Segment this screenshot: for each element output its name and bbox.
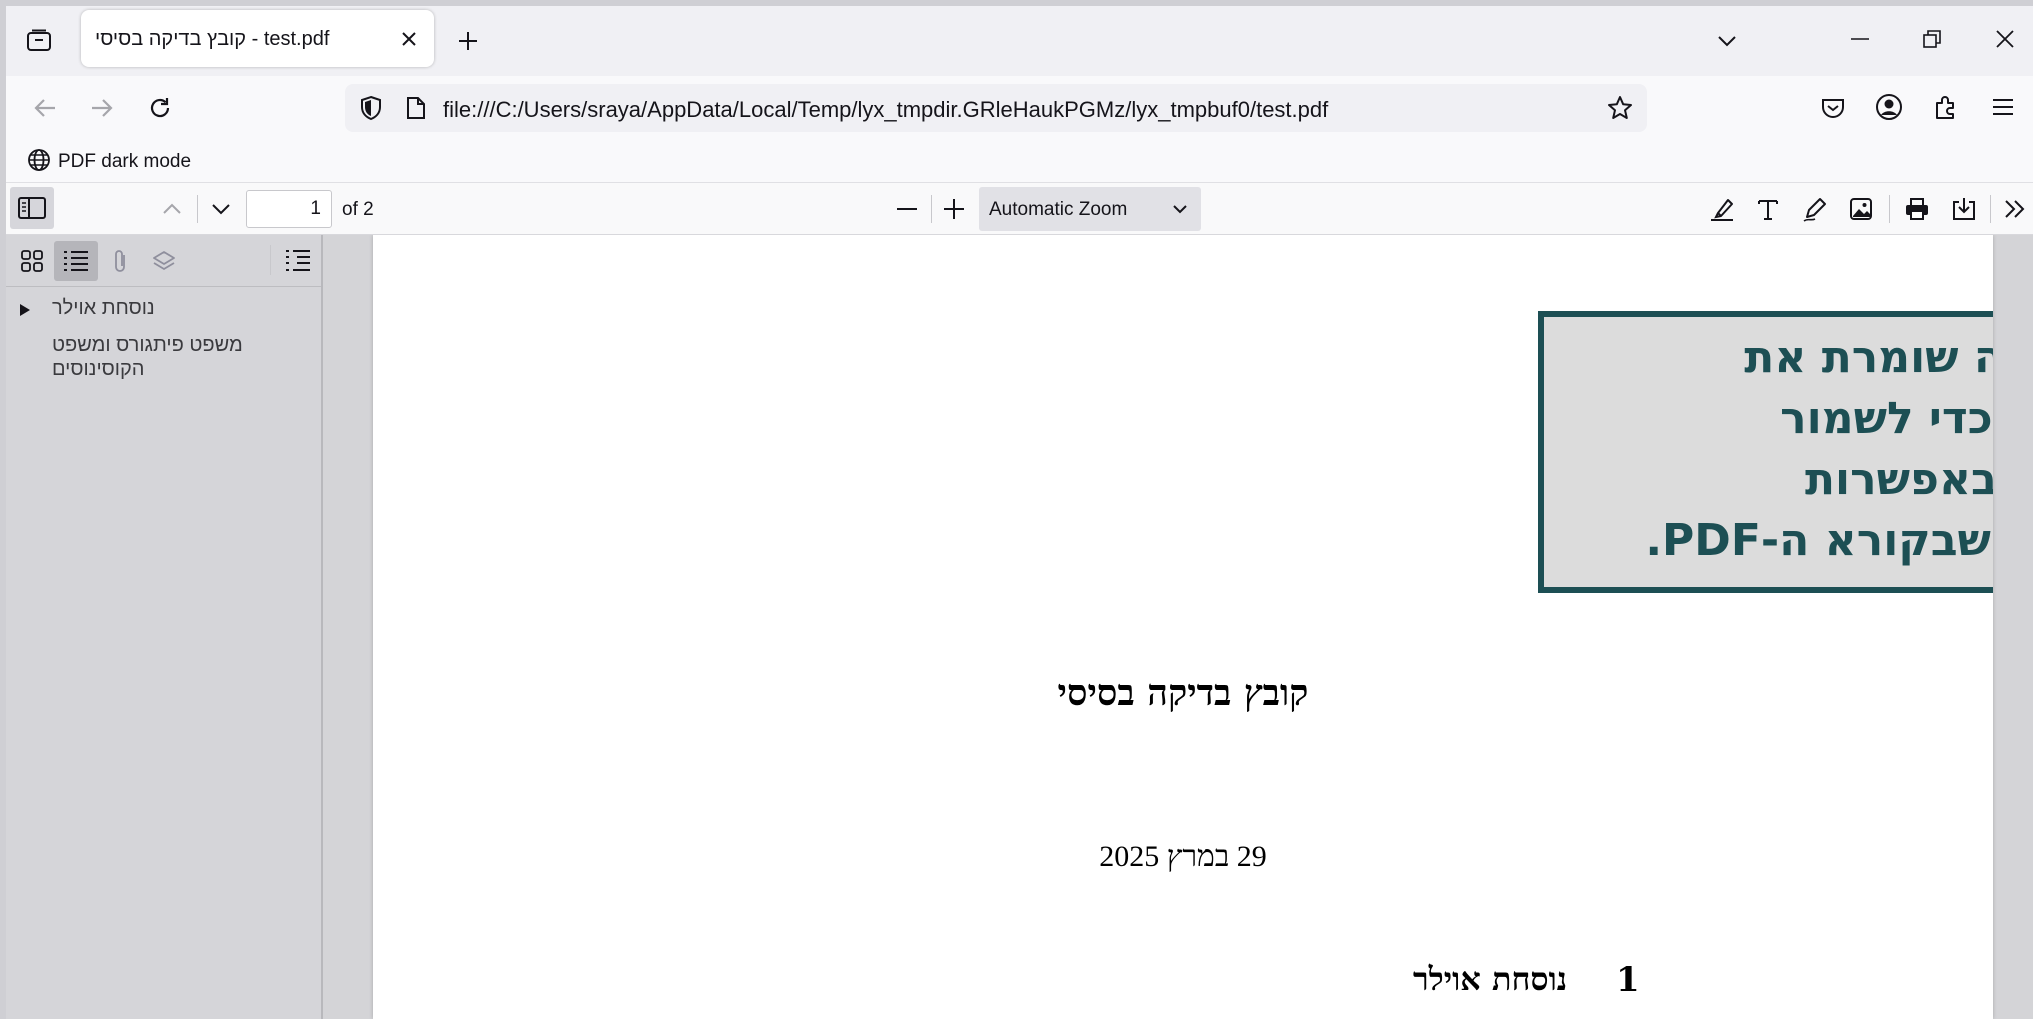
forward-icon[interactable]: [84, 90, 120, 126]
bookmark-label: PDF dark mode: [58, 151, 192, 172]
previous-page-icon[interactable]: [155, 192, 189, 226]
zoom-out-icon[interactable]: [890, 192, 924, 226]
close-tab-icon[interactable]: [396, 26, 422, 52]
page-count: of 2: [342, 199, 374, 220]
expand-triangle-icon[interactable]: [18, 303, 32, 317]
tab-overview-icon[interactable]: [20, 24, 58, 58]
section-title: נוסחת אוילר: [1413, 960, 1568, 998]
toolbar-separator: [1990, 195, 1991, 223]
add-image-icon[interactable]: [1844, 192, 1878, 226]
zoom-select[interactable]: Automatic Zoom: [979, 187, 1201, 231]
text-annotation-icon[interactable]: [1751, 192, 1785, 226]
list-all-tabs-icon[interactable]: [1710, 24, 1744, 58]
extensions-icon[interactable]: [1928, 89, 1964, 125]
draw-icon[interactable]: [1798, 192, 1832, 226]
account-icon[interactable]: [1871, 89, 1907, 125]
pdf-sidebar: נוסחת אוילר משפט פיתגורס ומשפט הקוסינוסי…: [6, 235, 323, 1019]
thumbnails-icon[interactable]: [10, 241, 54, 281]
notice-line: LyX אינה שומרת את: [1744, 332, 1993, 383]
toolbar-separator: [931, 195, 932, 223]
outline-item[interactable]: משפט פיתגורס ומשפט הקוסינוסים: [6, 333, 321, 383]
menu-icon[interactable]: [1985, 89, 2021, 125]
tab-active[interactable]: קובץ בדיקה בסיסי - test.pdf: [81, 10, 434, 67]
sidebar-toggle-icon[interactable]: [10, 187, 54, 229]
notice-line: השתמש באפשרות: [1805, 454, 1993, 505]
pdf-page: LyX אינה שומרת את ה-PDF, כדי לשמור השתמש…: [373, 235, 1993, 1019]
toolbar-separator: [197, 195, 198, 223]
bookmarks-bar: PDF dark mode: [0, 136, 2033, 182]
chevron-down-icon: [1171, 201, 1189, 217]
url-text: file:///C:/Users/sraya/AppData/Local/Tem…: [443, 97, 1329, 122]
outline-label: משפט פיתגורס ומשפט הקוסינוסים: [52, 334, 243, 380]
highlight-icon[interactable]: [1705, 192, 1739, 226]
outline-item[interactable]: נוסחת אוילר: [6, 295, 321, 325]
section-number: 1: [1616, 960, 1640, 1000]
reload-icon[interactable]: [142, 90, 178, 126]
file-icon: [403, 94, 429, 122]
print-icon[interactable]: [1900, 192, 1934, 226]
notice-line: "Save" שבקורא ה-PDF.: [1645, 515, 1993, 566]
tab-strip: קובץ בדיקה בסיסי - test.pdf: [0, 0, 2033, 76]
restore-icon[interactable]: [1915, 22, 1949, 56]
lyx-notice-box: LyX אינה שומרת את ה-PDF, כדי לשמור השתמש…: [1538, 311, 1993, 593]
notice-text: LyX אינה שומרת את ה-PDF, כדי לשמור השתמש…: [1532, 327, 1993, 571]
url-bar[interactable]: file:///C:/Users/sraya/AppData/Local/Tem…: [345, 84, 1647, 132]
tab-title: קובץ בדיקה בסיסי - test.pdf: [95, 28, 330, 50]
outline-icon[interactable]: [54, 241, 98, 281]
bookmark-star-icon[interactable]: [1605, 93, 1635, 123]
back-icon[interactable]: [27, 90, 63, 126]
document-title: קובץ בדיקה בסיסי: [1057, 672, 1309, 714]
save-icon[interactable]: [1947, 192, 1981, 226]
pdf-viewer[interactable]: LyX אינה שומרת את ה-PDF, כדי לשמור השתמש…: [323, 235, 2033, 1019]
outline-options-icon[interactable]: [276, 241, 320, 281]
page-number-input[interactable]: 1: [246, 190, 332, 228]
tools-overflow-icon[interactable]: [1998, 192, 2032, 226]
zoom-value: Automatic Zoom: [989, 199, 1128, 220]
layers-icon[interactable]: [142, 241, 186, 281]
pocket-icon[interactable]: [1815, 90, 1851, 126]
bookmark-pdf-dark-mode[interactable]: PDF dark mode: [24, 142, 204, 176]
next-page-icon[interactable]: [204, 192, 238, 226]
close-window-icon[interactable]: [1988, 22, 2022, 56]
notice-line: ה-PDF, כדי לשמור: [1780, 393, 1993, 444]
globe-icon: [26, 147, 52, 173]
new-tab-icon[interactable]: [451, 24, 485, 58]
outline-label: נוסחת אוילר: [52, 297, 155, 319]
toolbar-separator: [1889, 195, 1890, 223]
attachments-icon[interactable]: [98, 241, 142, 281]
sidebar-separator: [270, 245, 271, 275]
minimize-icon[interactable]: [1843, 22, 1877, 56]
document-date: 29 במרץ 2025: [1099, 840, 1267, 873]
shield-icon[interactable]: [357, 94, 385, 122]
sidebar-view-buttons: [6, 235, 321, 287]
zoom-in-icon[interactable]: [937, 192, 971, 226]
